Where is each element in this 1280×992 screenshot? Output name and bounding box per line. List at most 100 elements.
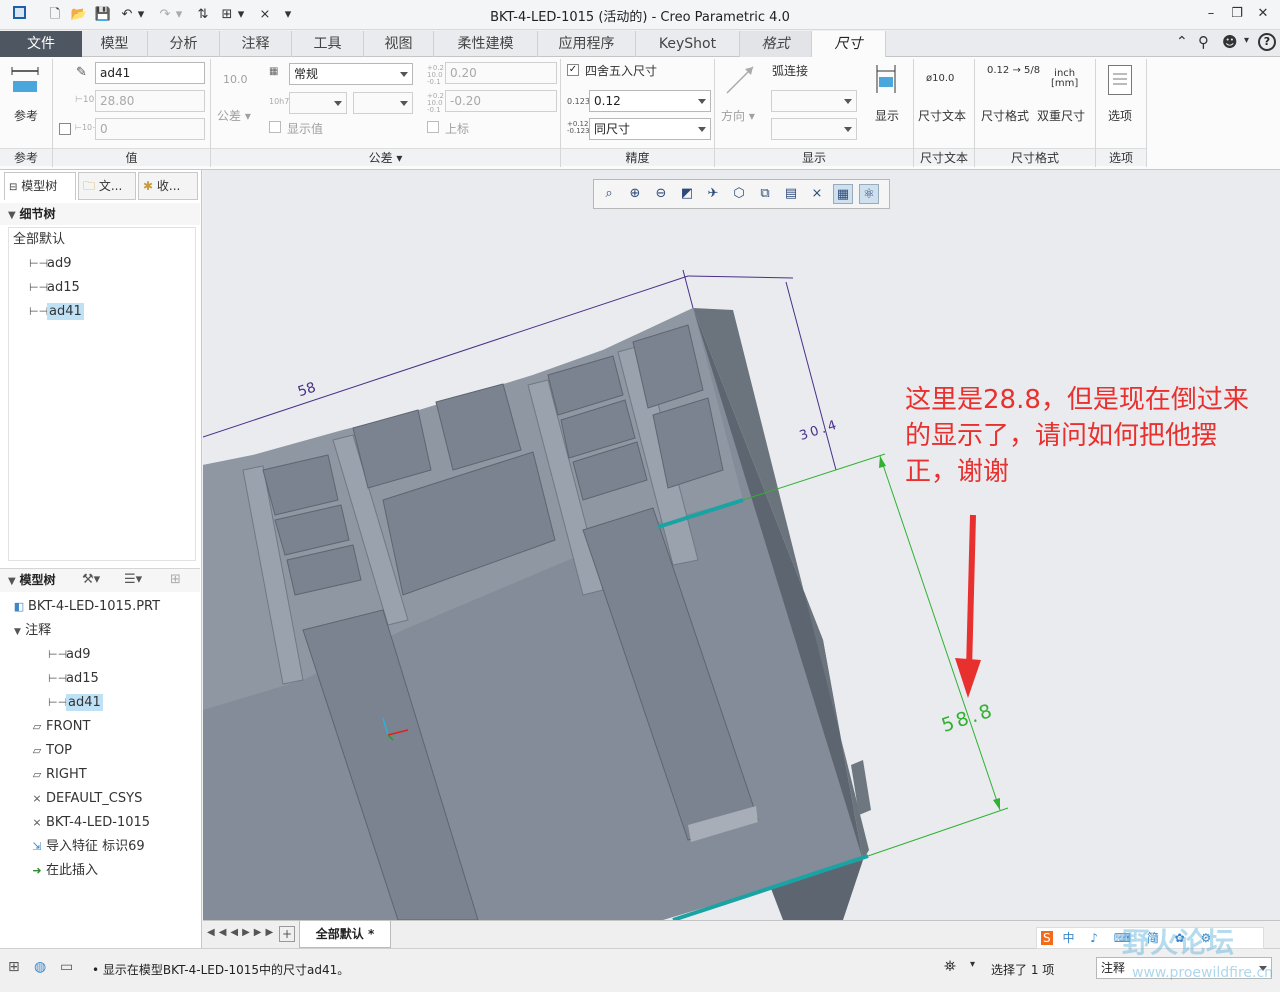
tab-favorites[interactable]: ✱ 收... xyxy=(138,172,198,200)
datum-display-icon[interactable]: ⨯ xyxy=(807,184,827,204)
override-checkbox[interactable] xyxy=(59,123,71,135)
tab-folder-browser[interactable]: 🗀 文... xyxy=(78,172,136,200)
tab-tools[interactable]: 工具 xyxy=(292,31,364,57)
tab-annotate[interactable]: 注释 xyxy=(220,31,292,57)
reference-icon[interactable] xyxy=(10,65,40,95)
detail-item-ad41[interactable]: ⊢⊣ad41 xyxy=(9,300,195,324)
help-icon[interactable]: ? xyxy=(1258,33,1276,51)
tree-ann-ad15[interactable]: ⊢⊣ad15 xyxy=(8,667,198,691)
group-label-tolerance[interactable]: 公差 ▾ xyxy=(211,148,560,166)
show-icon[interactable] xyxy=(871,63,901,99)
restore-button[interactable]: ❐ xyxy=(1226,4,1248,24)
navigator-toggle-icon[interactable]: ⊞ xyxy=(8,959,20,975)
community-dropdown-icon[interactable]: ▾ xyxy=(1244,35,1249,46)
group-reference: 参考 参考 xyxy=(0,57,52,170)
tree-csys-part[interactable]: ⨯ BKT-4-LED-1015 xyxy=(8,811,198,835)
graphics-window[interactable]: 58 30.4 58.8 这里是28.8，但是现在倒过来 的显示了，请问如何把他… xyxy=(203,170,1280,920)
tree-front-plane[interactable]: ▱ FRONT xyxy=(8,715,198,739)
decimals-select[interactable]: 0.12 xyxy=(589,90,711,112)
annotation-display-icon[interactable]: ▦ xyxy=(833,184,853,204)
zoom-out-icon[interactable]: ⊖ xyxy=(651,184,671,204)
show-value-checkbox[interactable] xyxy=(269,121,281,133)
tree-annotations[interactable]: ▼ 注释 xyxy=(8,619,198,643)
status-bar: ⊞ ◍ ▭ • 显示在模型BKT-4-LED-1015中的尺寸ad41。 ⛯ ▾… xyxy=(0,926,1280,992)
tab-model-tree[interactable]: ⊟ 模型树 xyxy=(4,172,76,200)
detail-root[interactable]: 全部默认 xyxy=(9,228,195,252)
dimension-name-field[interactable]: ad41 xyxy=(95,62,205,84)
superscript-checkbox[interactable] xyxy=(427,121,439,133)
tab-analysis[interactable]: 分析 xyxy=(148,31,220,57)
sheet-nav-arrows[interactable]: ◀◀◀▶▶▶ xyxy=(207,927,277,938)
search-icon[interactable]: ⚲ xyxy=(1198,33,1209,51)
hole-fit-select[interactable] xyxy=(289,92,347,114)
tree-right-plane[interactable]: ▱ RIGHT xyxy=(8,763,198,787)
zoom-in-icon[interactable]: ⊕ xyxy=(625,184,645,204)
arc-select-1[interactable] xyxy=(771,90,857,112)
tab-model[interactable]: 模型 xyxy=(82,31,148,57)
dim-text-icon[interactable]: ø10.0 xyxy=(926,73,954,84)
tab-flexible-modeling[interactable]: 柔性建模 xyxy=(434,31,538,57)
upper-tolerance-field[interactable]: 0.20 xyxy=(445,62,557,84)
settings-tools-icon[interactable]: ⚒▾ xyxy=(82,569,100,591)
show-options-icon[interactable]: ☰▾ xyxy=(124,569,142,591)
format-select[interactable]: 常规 xyxy=(289,63,413,85)
view-manager-icon[interactable]: ▤ xyxy=(781,184,801,204)
sheet-tab[interactable]: 全部默认 * xyxy=(299,921,391,948)
tree-ann-ad9[interactable]: ⊢⊣ad9 xyxy=(8,643,198,667)
reference-button-label[interactable]: 参考 xyxy=(0,107,52,124)
find-icon[interactable]: ⛯ xyxy=(944,957,956,975)
fullscreen-icon[interactable]: ▭ xyxy=(60,959,73,975)
tab-keyshot[interactable]: KeyShot xyxy=(636,31,740,57)
tab-file[interactable]: 文件 xyxy=(0,31,82,57)
show-label[interactable]: 显示 xyxy=(875,107,899,124)
tab-applications[interactable]: 应用程序 xyxy=(538,31,636,57)
refit-icon[interactable]: ⌕ xyxy=(599,184,619,204)
minimize-button[interactable]: – xyxy=(1200,4,1222,24)
tab-view[interactable]: 视图 xyxy=(364,31,434,57)
tab-dimension[interactable]: 尺寸 xyxy=(812,31,886,57)
dual-dim-label[interactable]: 双重尺寸 xyxy=(1037,107,1085,124)
detail-tree-title: 细节树 xyxy=(19,207,56,221)
import-icon: ⇲ xyxy=(32,840,42,853)
options-icon[interactable] xyxy=(1108,65,1132,95)
annotation-line-3: 正，谢谢 xyxy=(905,457,1010,487)
title-bar: 🗋 📂 💾 ↶ ▾ ↷ ▾ ⇅ ⊞ ▾ ⨯ ▾ BKT-4-LED-1015 (… xyxy=(0,0,1280,30)
spin-center-icon[interactable]: ⚛ xyxy=(859,184,879,204)
override-value-field[interactable]: 0 xyxy=(95,118,205,140)
repaint-icon[interactable]: ◩ xyxy=(677,184,697,204)
direction-button[interactable]: 方向 ▾ xyxy=(721,107,755,124)
options-label[interactable]: 选项 xyxy=(1108,107,1132,124)
dual-dim-icon[interactable]: inch [mm] xyxy=(1051,69,1078,89)
dimension-value-field[interactable]: 28.80 xyxy=(95,90,205,112)
find-dropdown-icon[interactable]: ▾ xyxy=(970,959,975,970)
tolerance-decimals-select[interactable]: 同尺寸 xyxy=(589,118,711,140)
arc-select-2[interactable] xyxy=(771,118,857,140)
detail-tree-header[interactable]: ▼ 细节树 xyxy=(0,203,200,225)
tolerance-button[interactable]: 公差 ▾ xyxy=(217,107,251,124)
close-button[interactable]: ✕ xyxy=(1252,4,1274,24)
reorient-icon[interactable]: ✈ xyxy=(703,184,723,204)
shaft-fit-select[interactable] xyxy=(353,92,413,114)
add-sheet-icon[interactable]: + xyxy=(279,926,295,942)
tree-insert-here[interactable]: ➜ 在此插入 xyxy=(8,859,198,883)
tree-import-feature[interactable]: ⇲ 导入特征 标识69 xyxy=(8,835,198,859)
community-icon[interactable]: ☻ xyxy=(1222,33,1238,51)
tab-format[interactable]: 格式 xyxy=(740,31,812,57)
tree-ann-ad41[interactable]: ⊢⊣ad41 xyxy=(8,691,198,715)
detail-item-ad9[interactable]: ⊢⊣ad9 xyxy=(9,252,195,276)
tree-top-plane[interactable]: ▱ TOP xyxy=(8,739,198,763)
tree-part[interactable]: ◧ BKT-4-LED-1015.PRT xyxy=(8,595,198,619)
round-checkbox[interactable]: ✓ xyxy=(567,64,579,76)
dim-format-label[interactable]: 尺寸格式 xyxy=(981,107,1029,124)
display-style-icon[interactable]: ⬡ xyxy=(729,184,749,204)
direction-icon[interactable] xyxy=(723,63,757,97)
saved-views-icon[interactable]: ⧉ xyxy=(755,184,775,204)
tree-csys[interactable]: ⨯ DEFAULT_CSYS xyxy=(8,787,198,811)
dim-format-icon[interactable]: 0.12 → 5/8 xyxy=(987,65,1040,76)
dim-text-label[interactable]: 尺寸文本 xyxy=(918,107,966,124)
lower-tolerance-field[interactable]: -0.20 xyxy=(445,90,557,112)
collapse-ribbon-icon[interactable]: ⌃ xyxy=(1176,34,1188,50)
filter-icon[interactable]: ⊞ xyxy=(170,569,181,591)
detail-item-ad15[interactable]: ⊢⊣ad15 xyxy=(9,276,195,300)
browser-toggle-icon[interactable]: ◍ xyxy=(34,959,46,975)
